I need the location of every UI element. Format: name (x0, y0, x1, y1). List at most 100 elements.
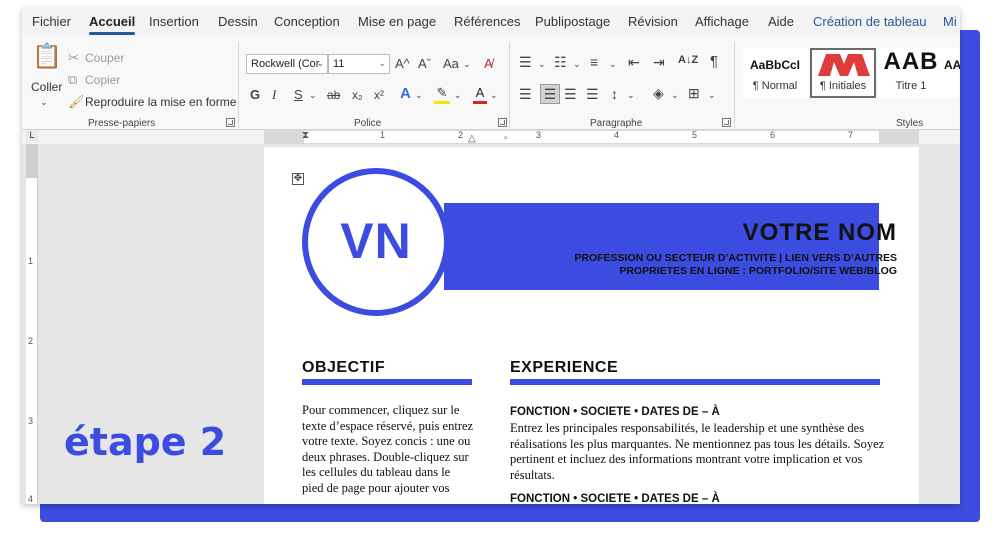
vertical-ruler-margin (26, 144, 38, 178)
table-move-handle-icon[interactable]: ✥ (292, 173, 304, 185)
multilevel-list-icon[interactable]: ≡ (590, 54, 598, 70)
tab-dessin[interactable]: Dessin (218, 14, 258, 29)
job-heading-1[interactable]: FONCTION • SOCIETE • DATES DE – À (510, 406, 720, 418)
tab-accueil[interactable]: Accueil (89, 14, 136, 35)
grow-font-icon[interactable]: A^ (395, 56, 410, 72)
styles-group-label: Styles (896, 118, 924, 129)
initials-text[interactable]: VN (308, 212, 444, 270)
copy-button-label[interactable]: Copier (85, 73, 120, 87)
borders-icon[interactable]: ⊞ (688, 85, 700, 101)
indent-marker-icon[interactable]: ⧗ (302, 128, 309, 144)
superscript-button[interactable]: x² (374, 87, 384, 103)
shrink-font-icon[interactable]: Aˇ (418, 56, 431, 72)
align-center-icon[interactable]: ☰ (540, 84, 560, 104)
format-painter-icon[interactable]: 🖌 (68, 94, 85, 110)
chevron-down-icon[interactable]: ⌄ (671, 87, 679, 103)
sort-icon[interactable]: A↓Z (678, 52, 698, 68)
step-label: étape 2 (64, 420, 227, 464)
chevron-down-icon[interactable]: ⌄ (573, 56, 581, 72)
bullets-icon[interactable]: ☰ (519, 54, 532, 70)
chevron-down-icon[interactable]: ⌄ (415, 87, 423, 103)
paste-dropdown-chevron-icon[interactable]: ⌄ (40, 94, 48, 110)
tab-publipostage[interactable]: Publipostage (535, 14, 610, 29)
objective-heading[interactable]: OBJECTIF (302, 359, 385, 377)
font-color-icon[interactable]: A (473, 85, 487, 104)
chevron-down-icon[interactable]: ⌄ (463, 56, 471, 72)
tab-aide[interactable]: Aide (768, 14, 794, 29)
ruler-number: 4 (28, 494, 34, 504)
tab-mise-en-page[interactable]: Mise en page (358, 14, 436, 29)
highlight-color-icon[interactable]: ✎ (434, 85, 450, 104)
increase-indent-icon[interactable]: ⇥ (653, 54, 665, 70)
format-painter-label[interactable]: Reproduire la mise en forme (85, 95, 236, 109)
justify-icon[interactable]: ☰ (586, 86, 599, 102)
text-effects-icon[interactable]: A (400, 86, 411, 102)
italic-button[interactable]: I (272, 87, 276, 103)
resume-name[interactable]: VOTRE NOM (743, 219, 897, 247)
chevron-down-icon[interactable]: ⌄ (627, 87, 635, 103)
underline-button[interactable]: S (294, 87, 303, 103)
horizontal-ruler[interactable]: ⧗ △ ▫ 1 2 3 4 5 6 7 (264, 130, 919, 144)
tab-affichage[interactable]: Affichage (695, 14, 749, 29)
chevron-down-icon[interactable]: ⌄ (454, 87, 462, 103)
align-right-icon[interactable]: ☰ (564, 86, 577, 102)
ruler-number: 3 (536, 130, 542, 140)
style-normal[interactable]: AaBbCcI ¶ Normal (742, 48, 808, 98)
resume-profession[interactable]: PROFESSION OU SECTEUR D’ACTIVITE | LIEN … (517, 252, 897, 278)
paste-button-label[interactable]: Coller (31, 80, 62, 94)
paragraph-group-label: Paragraphe (590, 118, 643, 129)
chevron-down-icon[interactable]: ⌄ (309, 87, 317, 103)
column-marker-icon[interactable]: ▫ (504, 131, 508, 147)
style-sample: AaBbCcI (749, 58, 800, 72)
font-dialog-launcher-icon[interactable] (498, 118, 507, 127)
chevron-down-icon[interactable]: ⌄ (490, 87, 498, 103)
decrease-indent-icon[interactable]: ⇤ (628, 54, 640, 70)
clear-formatting-icon[interactable]: A̸ (484, 56, 493, 72)
tab-mise-en-page-tableau[interactable]: Mi (943, 14, 957, 29)
ruler-number: 4 (614, 130, 620, 140)
vertical-ruler[interactable]: 1 2 3 4 (26, 144, 38, 504)
font-size-combo[interactable]: 11 ⌄ (328, 54, 390, 74)
column-marker-icon[interactable]: △ (468, 131, 476, 147)
line-spacing-icon[interactable]: ↕ (611, 86, 618, 102)
style-next[interactable]: AA (944, 48, 960, 98)
tab-insertion[interactable]: Insertion (149, 14, 199, 29)
chevron-down-icon[interactable]: ⌄ (708, 87, 716, 103)
change-case-icon[interactable]: Aa (443, 56, 459, 72)
tab-fichier[interactable]: Fichier (32, 14, 71, 29)
tab-creation-de-tableau[interactable]: Création de tableau (813, 14, 926, 29)
experience-heading[interactable]: EXPERIENCE (510, 359, 618, 377)
objective-text[interactable]: Pour commencer, cliquez sur le texte d’e… (302, 403, 474, 497)
clipboard-paste-icon[interactable]: 📋 (32, 42, 62, 72)
show-formatting-marks-icon[interactable]: ¶ (710, 54, 718, 70)
shading-icon[interactable]: ◈ (653, 85, 664, 101)
tab-conception[interactable]: Conception (274, 14, 340, 29)
ruler-number: 3 (28, 416, 34, 426)
bold-button[interactable]: G (250, 87, 260, 103)
ruler-number: 2 (458, 130, 464, 140)
job-description-1[interactable]: Entrez les principales responsabilités, … (510, 421, 890, 483)
cut-button-label[interactable]: Couper (85, 51, 124, 65)
ruler-tab-selector[interactable]: L (26, 130, 38, 142)
document-page[interactable]: ✥ VN VOTRE NOM PROFESSION OU SECTEUR D’A… (264, 147, 919, 504)
ruler-number: 5 (692, 130, 698, 140)
strikethrough-button[interactable]: ab (327, 87, 340, 103)
style-initiales[interactable]: ¶ Initiales (810, 48, 876, 98)
separator (509, 42, 510, 128)
scissors-icon[interactable]: ✂ (68, 50, 79, 66)
subscript-button[interactable]: x₂ (352, 87, 363, 103)
style-titre-1[interactable]: AAB Titre 1 (878, 48, 944, 98)
copy-icon[interactable]: ⧉ (68, 72, 77, 88)
tab-references[interactable]: Références (454, 14, 520, 29)
chevron-down-icon[interactable]: ⌄ (538, 56, 546, 72)
job-heading-2[interactable]: FONCTION • SOCIETE • DATES DE – À (510, 493, 720, 504)
font-name-combo[interactable]: Rockwell (Cor ⌄ (246, 54, 328, 74)
paragraph-dialog-launcher-icon[interactable] (722, 118, 731, 127)
align-left-icon[interactable]: ☰ (519, 86, 532, 102)
font-group-label: Police (354, 118, 382, 129)
style-sample: AAB (883, 48, 939, 75)
clipboard-dialog-launcher-icon[interactable] (226, 118, 235, 127)
chevron-down-icon[interactable]: ⌄ (609, 56, 617, 72)
numbering-icon[interactable]: ☷ (554, 54, 567, 70)
tab-revision[interactable]: Révision (628, 14, 678, 29)
